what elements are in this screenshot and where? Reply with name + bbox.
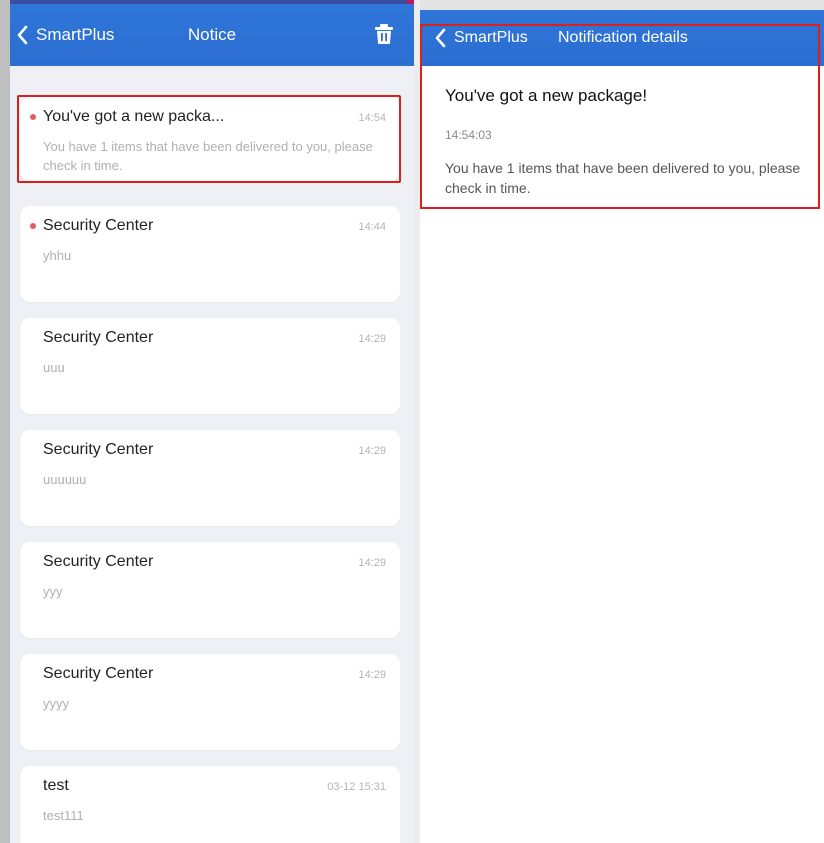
detail-screen: SmartPlus Notification details You've go… (420, 10, 824, 843)
notification-time: 03-12 15:31 (327, 781, 386, 793)
notification-title: Security Center (43, 441, 154, 458)
notification-time: 14:29 (358, 669, 386, 681)
notification-title: Security Center (43, 217, 154, 234)
back-label: SmartPlus (36, 25, 115, 44)
notification-time: 14:29 (358, 557, 386, 569)
notification-preview: uuuuuu (43, 472, 87, 487)
notification-preview: yyyy (43, 696, 69, 711)
notification-title: Security Center (43, 553, 154, 570)
notification-preview: yhhu (43, 248, 72, 263)
notification-card[interactable]: Security Center 14:29 yyy (20, 542, 400, 638)
notification-title: Security Center (43, 329, 154, 346)
notification-card[interactable]: Security Center 14:44 yhhu (20, 206, 400, 302)
notification-time: 14:29 (358, 333, 386, 345)
top-strip-right (420, 0, 824, 10)
highlight-box (17, 95, 401, 183)
notification-card[interactable]: Security Center 14:29 uuu (20, 318, 400, 414)
window-edge (0, 0, 10, 843)
highlight-box (420, 24, 820, 209)
notice-screen: SmartPlus Notice You've got a new packa.… (10, 4, 414, 843)
notification-card[interactable]: Security Center 14:29 uuuuuu (20, 430, 400, 526)
notification-card[interactable]: Security Center 14:29 yyyy (20, 654, 400, 750)
notification-title: test (43, 777, 69, 794)
trash-icon[interactable] (374, 23, 394, 45)
notification-time: 14:29 (358, 445, 386, 457)
notification-title: Security Center (43, 665, 154, 682)
notification-card[interactable]: test 03-12 15:31 test111 (20, 766, 400, 843)
notification-preview: yyy (43, 584, 63, 599)
notification-time: 14:44 (358, 221, 386, 233)
unread-dot-icon (30, 223, 36, 229)
back-button[interactable]: SmartPlus (14, 4, 114, 66)
chevron-left-icon (17, 25, 28, 45)
notice-navbar: SmartPlus Notice (10, 4, 414, 66)
notification-preview: test111 (43, 808, 84, 823)
notification-preview: uuu (43, 360, 65, 375)
